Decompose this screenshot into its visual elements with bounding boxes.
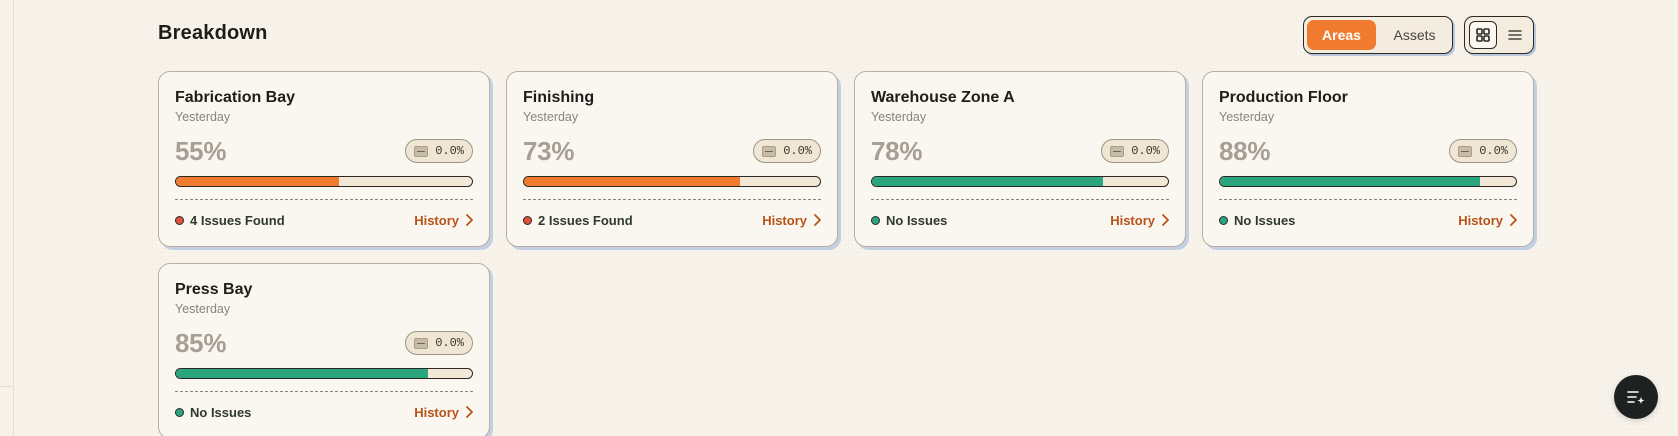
progress-bar — [1219, 176, 1517, 187]
area-date: Yesterday — [175, 110, 231, 124]
progress-bar — [175, 368, 473, 379]
no-change-icon — [414, 145, 429, 157]
progress-fill — [872, 177, 1103, 186]
percent-row: 85% 0.0% — [175, 328, 473, 358]
no-change-icon — [762, 145, 777, 157]
progress-fill — [176, 177, 339, 186]
history-label: History — [1110, 212, 1155, 228]
delta-value: 0.0% — [435, 144, 464, 158]
chevron-right-icon — [1162, 214, 1169, 226]
card-footer: No Issues History — [871, 200, 1169, 240]
filter-assistant-button[interactable] — [1614, 375, 1658, 419]
chevron-right-icon — [466, 406, 473, 418]
area-card[interactable]: Press Bay Yesterday 85% 0.0% No Issues H… — [158, 263, 490, 436]
history-link[interactable]: History — [1458, 213, 1517, 228]
view-mode-toggle — [1464, 16, 1534, 54]
area-card[interactable]: Finishing Yesterday 73% 0.0% 2 Issues Fo… — [506, 71, 838, 247]
progress-fill — [176, 369, 428, 378]
no-change-icon — [414, 337, 429, 349]
delta-value: 0.0% — [435, 336, 464, 350]
history-label: History — [762, 212, 807, 228]
score-percent: 73% — [523, 135, 575, 166]
no-change-icon — [1458, 145, 1473, 157]
issue-status: No Issues — [175, 405, 251, 420]
status-dot-icon — [1219, 215, 1228, 225]
history-label: History — [1458, 212, 1503, 228]
issue-status-label: No Issues — [190, 404, 252, 420]
delta-badge: 0.0% — [753, 139, 821, 163]
area-name: Warehouse Zone A — [871, 89, 1015, 106]
chevron-right-icon — [1510, 214, 1517, 226]
areas-assets-toggle: Areas Assets — [1303, 16, 1453, 54]
card-footer: 2 Issues Found History — [523, 200, 821, 240]
card-footer: 4 Issues Found History — [175, 200, 473, 240]
score-percent: 55% — [175, 135, 227, 166]
grid-icon — [1476, 28, 1490, 42]
card-footer: No Issues History — [1219, 200, 1517, 240]
area-card[interactable]: Production Floor Yesterday 88% 0.0% No I… — [1202, 71, 1534, 247]
area-name: Production Floor — [1219, 89, 1348, 106]
score-percent: 88% — [1219, 135, 1271, 166]
issue-status: 2 Issues Found — [523, 213, 633, 228]
filter-sparkle-icon — [1627, 391, 1645, 404]
history-link[interactable]: History — [414, 405, 473, 420]
left-rail — [0, 0, 14, 436]
issue-status-label: 4 Issues Found — [190, 212, 285, 228]
score-percent: 78% — [871, 135, 923, 166]
area-name: Fabrication Bay — [175, 89, 296, 106]
issue-status: No Issues — [1219, 213, 1295, 228]
delta-badge: 0.0% — [405, 331, 473, 355]
status-dot-icon — [175, 407, 184, 417]
delta-badge: 0.0% — [1449, 139, 1517, 163]
area-card[interactable]: Warehouse Zone A Yesterday 78% 0.0% No I… — [854, 71, 1186, 247]
progress-fill — [1220, 177, 1481, 186]
area-card[interactable]: Fabrication Bay Yesterday 55% 0.0% 4 Iss… — [158, 71, 490, 247]
chevron-right-icon — [814, 214, 821, 226]
delta-value: 0.0% — [1479, 144, 1508, 158]
percent-row: 78% 0.0% — [871, 136, 1169, 166]
issue-status-label: No Issues — [886, 212, 948, 228]
area-date: Yesterday — [175, 302, 231, 316]
delta-value: 0.0% — [1131, 144, 1160, 158]
list-icon — [1508, 30, 1522, 40]
delta-value: 0.0% — [783, 144, 812, 158]
assets-tab[interactable]: Assets — [1380, 20, 1449, 50]
area-date: Yesterday — [523, 110, 579, 124]
issue-status: No Issues — [871, 213, 947, 228]
card-footer: No Issues History — [175, 392, 473, 432]
list-view-button[interactable] — [1501, 21, 1529, 49]
delta-badge: 0.0% — [1101, 139, 1169, 163]
issue-status: 4 Issues Found — [175, 213, 285, 228]
percent-row: 73% 0.0% — [523, 136, 821, 166]
section-title: Breakdown — [158, 22, 268, 44]
history-label: History — [414, 404, 459, 420]
rail-divider — [0, 386, 14, 387]
area-name: Press Bay — [175, 281, 253, 298]
progress-bar — [175, 176, 473, 187]
areas-tab[interactable]: Areas — [1307, 20, 1376, 50]
area-date: Yesterday — [1219, 110, 1275, 124]
area-card-grid: Fabrication Bay Yesterday 55% 0.0% 4 Iss… — [158, 71, 1534, 436]
grid-view-button[interactable] — [1469, 21, 1497, 49]
history-link[interactable]: History — [414, 213, 473, 228]
issue-status-label: No Issues — [1234, 212, 1296, 228]
history-link[interactable]: History — [762, 213, 821, 228]
status-dot-icon — [871, 215, 880, 225]
progress-fill — [524, 177, 741, 186]
status-dot-icon — [175, 215, 184, 225]
percent-row: 55% 0.0% — [175, 136, 473, 166]
issue-status-label: 2 Issues Found — [538, 212, 633, 228]
area-date: Yesterday — [871, 110, 927, 124]
delta-badge: 0.0% — [405, 139, 473, 163]
history-link[interactable]: History — [1110, 213, 1169, 228]
no-change-icon — [1110, 145, 1125, 157]
status-dot-icon — [523, 215, 532, 225]
area-name: Finishing — [523, 89, 595, 106]
progress-bar — [871, 176, 1169, 187]
percent-row: 88% 0.0% — [1219, 136, 1517, 166]
chevron-right-icon — [466, 214, 473, 226]
score-percent: 85% — [175, 327, 227, 358]
progress-bar — [523, 176, 821, 187]
history-label: History — [414, 212, 459, 228]
